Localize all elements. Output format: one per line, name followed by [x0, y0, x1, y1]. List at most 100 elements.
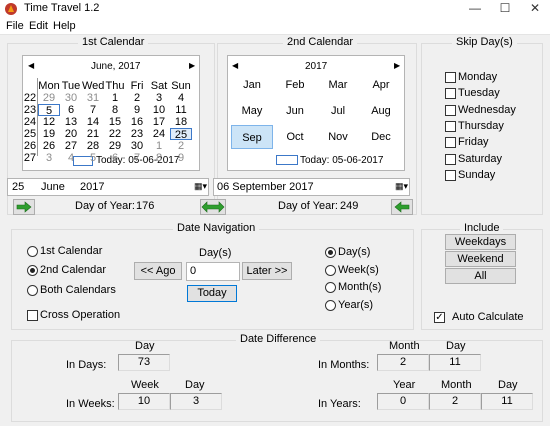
second-year-calendar[interactable]: ◀ 2017 ▶ Today: 05-06-2017 Jan Feb Mar Apr M… — [227, 55, 405, 171]
radio-weeks-label[interactable]: Week(s) — [338, 264, 379, 276]
calendar-day[interactable]: 27 — [60, 140, 82, 152]
calendar-month[interactable]: Mar — [317, 73, 359, 97]
calendar-month[interactable]: Nov — [317, 125, 359, 149]
calendar-month[interactable]: Jan — [231, 73, 273, 97]
calendar-day[interactable]: 25 — [170, 128, 192, 141]
radio-first-calendar-label[interactable]: 1st Calendar — [40, 245, 102, 257]
skip-sunday-label[interactable]: Sunday — [458, 169, 495, 181]
cal2-today-label[interactable]: Today: 05-06-2017 — [300, 155, 383, 166]
calendar-day[interactable]: 3 — [148, 92, 170, 104]
today-button[interactable]: Today — [187, 285, 237, 302]
calendar-day[interactable]: 21 — [82, 128, 104, 140]
calendar-day[interactable]: 29 — [38, 92, 60, 104]
all-button[interactable]: All — [445, 268, 516, 284]
radio-second-calendar[interactable] — [27, 265, 38, 276]
copy-to-first-button[interactable] — [13, 199, 35, 215]
calendar-day[interactable]: 2 — [170, 140, 192, 152]
calendar-day[interactable]: 11 — [170, 104, 192, 116]
calendar-day[interactable]: 12 — [38, 116, 60, 128]
menu-help[interactable]: Help — [53, 20, 76, 32]
prev-year-icon[interactable]: ◀ — [232, 61, 238, 70]
radio-days[interactable] — [325, 247, 336, 258]
calendar-day[interactable]: 2 — [126, 92, 148, 104]
calendar-day[interactable]: 8 — [104, 104, 126, 116]
auto-calculate-checkbox[interactable]: ✓ — [434, 312, 445, 323]
prev-month-icon[interactable]: ◀ — [28, 61, 34, 70]
calendar-day[interactable]: 29 — [104, 140, 126, 152]
minimize-button[interactable]: — — [460, 0, 490, 18]
calendar-day[interactable]: 7 — [82, 104, 104, 116]
calendar-day[interactable]: 6 — [104, 152, 126, 164]
radio-weeks[interactable] — [325, 265, 336, 276]
calendar-dropdown-icon[interactable]: ▦▾ — [395, 181, 408, 192]
weekend-button[interactable]: Weekend — [445, 251, 516, 267]
copy-to-second-button[interactable] — [391, 199, 413, 215]
calendar-day[interactable]: 19 — [38, 128, 60, 140]
skip-sunday-checkbox[interactable] — [445, 169, 456, 181]
close-button[interactable]: ✕ — [520, 0, 550, 18]
calendar-month[interactable]: Aug — [360, 99, 402, 123]
skip-wednesday-label[interactable]: Wednesday — [458, 104, 516, 116]
calendar-day[interactable]: 4 — [170, 92, 192, 104]
skip-thursday-checkbox[interactable] — [445, 120, 456, 132]
calendar-day[interactable]: 20 — [60, 128, 82, 140]
calendar-day[interactable]: 23 — [126, 128, 148, 140]
calendar-day[interactable]: 15 — [104, 116, 126, 128]
skip-monday-label[interactable]: Monday — [458, 71, 497, 83]
skip-tuesday-checkbox[interactable] — [445, 88, 456, 100]
calendar-day[interactable]: 31 — [82, 92, 104, 104]
calendar-month[interactable]: Jun — [274, 99, 316, 123]
cross-operation-checkbox[interactable] — [27, 310, 38, 321]
cal2-header[interactable]: 2017 — [305, 61, 327, 72]
calendar-day[interactable]: 4 — [60, 152, 82, 164]
skip-thursday-label[interactable]: Thursday — [458, 120, 504, 132]
radio-first-calendar[interactable] — [27, 246, 38, 257]
first-date-picker[interactable]: 25 June 2017 ▦▾ — [7, 178, 209, 196]
calendar-day[interactable]: 9 — [126, 104, 148, 116]
days-input[interactable]: 0 — [186, 262, 240, 281]
calendar-day[interactable]: 22 — [104, 128, 126, 140]
calendar-day[interactable]: 18 — [170, 116, 192, 128]
calendar-day[interactable]: 14 — [82, 116, 104, 128]
calendar-day[interactable]: 1 — [148, 140, 170, 152]
calendar-day[interactable]: 5 — [38, 104, 60, 117]
calendar-month[interactable]: Oct — [274, 125, 316, 149]
skip-friday-label[interactable]: Friday — [458, 136, 489, 148]
later-button[interactable]: Later >> — [242, 262, 292, 280]
calendar-day[interactable]: 28 — [82, 140, 104, 152]
calendar-month[interactable]: Sep — [231, 125, 273, 149]
calendar-day[interactable]: 3 — [38, 152, 60, 164]
calendar-day[interactable]: 30 — [60, 92, 82, 104]
cal1-header[interactable]: June, 2017 — [91, 61, 141, 72]
cross-operation-label[interactable]: Cross Operation — [40, 309, 120, 321]
calendar-day[interactable]: 30 — [126, 140, 148, 152]
maximize-button[interactable]: ☐ — [490, 0, 520, 18]
second-date-picker[interactable]: 06 September 2017 ▦▾ — [213, 178, 410, 196]
radio-months-label[interactable]: Month(s) — [338, 281, 381, 293]
calendar-day[interactable]: 16 — [126, 116, 148, 128]
calendar-month[interactable]: May — [231, 99, 273, 123]
skip-monday-checkbox[interactable] — [445, 72, 456, 83]
calendar-day[interactable]: 17 — [148, 116, 170, 128]
radio-second-calendar-label[interactable]: 2nd Calendar — [40, 264, 106, 276]
first-month-calendar[interactable]: ◀ June, 2017 ▶ Today: 05-06-2017 Mon Tue W… — [22, 55, 200, 171]
menu-file[interactable]: File — [6, 20, 24, 32]
ago-button[interactable]: << Ago — [134, 262, 182, 280]
radio-years[interactable] — [325, 300, 336, 311]
weekdays-button[interactable]: Weekdays — [445, 234, 516, 250]
radio-both-calendars-label[interactable]: Both Calendars — [40, 284, 116, 296]
swap-dates-button[interactable] — [200, 199, 226, 215]
calendar-day[interactable]: 1 — [104, 92, 126, 104]
skip-saturday-checkbox[interactable] — [445, 153, 456, 165]
skip-wednesday-checkbox[interactable] — [445, 104, 456, 116]
skip-tuesday-label[interactable]: Tuesday — [458, 87, 500, 99]
auto-calculate-label[interactable]: Auto Calculate — [452, 311, 524, 323]
next-year-icon[interactable]: ▶ — [394, 61, 400, 70]
calendar-day[interactable]: 8 — [148, 152, 170, 164]
menu-edit[interactable]: Edit — [29, 20, 48, 32]
radio-days-label[interactable]: Day(s) — [338, 246, 370, 258]
calendar-month[interactable]: Jul — [317, 99, 359, 123]
radio-months[interactable] — [325, 282, 336, 293]
skip-friday-checkbox[interactable] — [445, 137, 456, 149]
skip-saturday-label[interactable]: Saturday — [458, 153, 502, 165]
